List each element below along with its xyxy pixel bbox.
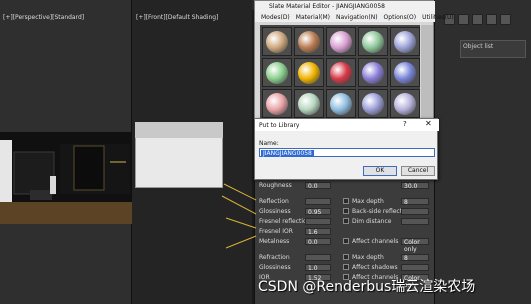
callout-line [221, 195, 257, 215]
callout-line [223, 183, 257, 201]
callout-lines [221, 183, 257, 249]
callout-line [225, 235, 257, 249]
callout-line [225, 217, 257, 229]
watermark-text: CSDN @Renderbus瑞云渲染农场 [258, 279, 476, 295]
